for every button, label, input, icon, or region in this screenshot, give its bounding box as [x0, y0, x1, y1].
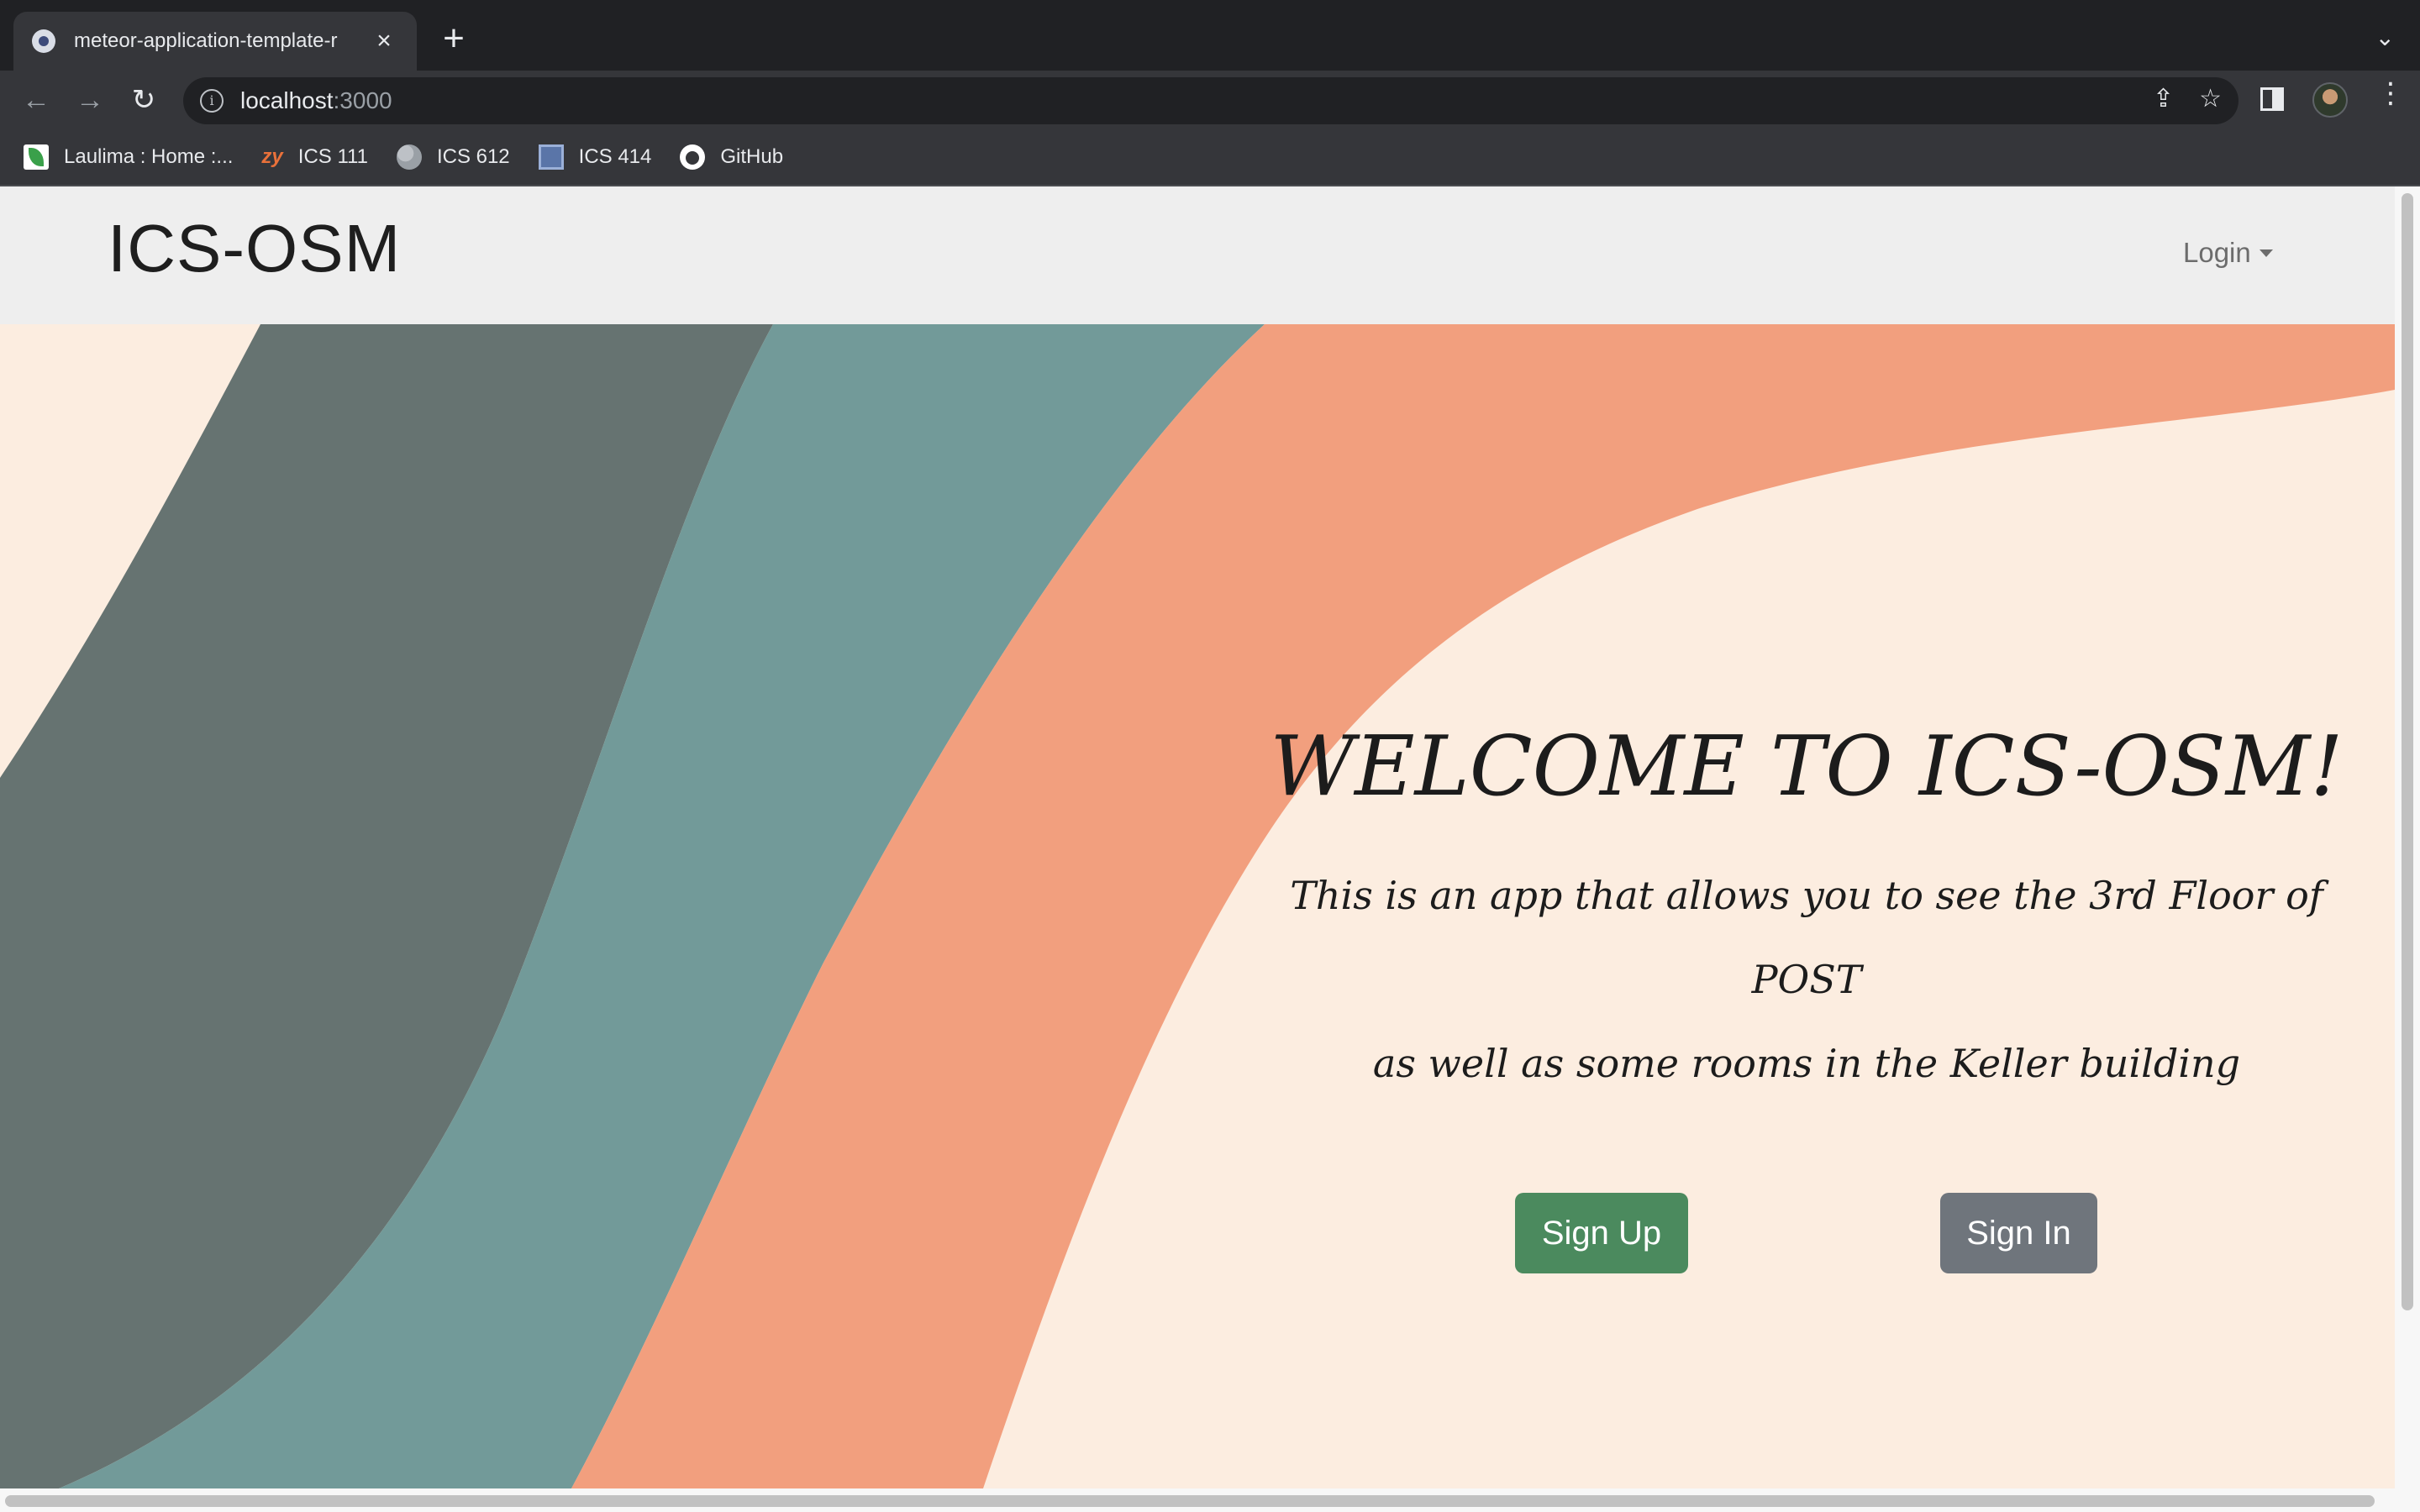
- share-icon[interactable]: ⇪: [2153, 84, 2174, 113]
- hero-subtitle-line-2: as well as some rooms in the Keller buil…: [1372, 1041, 2241, 1086]
- caret-down-icon: [2259, 249, 2273, 257]
- reload-icon[interactable]: ↻: [126, 82, 161, 118]
- square-icon: [538, 144, 564, 170]
- tab-title: meteor-application-template-r: [74, 29, 338, 52]
- bookmark-label: GitHub: [720, 145, 784, 168]
- tab-search-chevron-icon[interactable]: ⌄: [2375, 24, 2395, 51]
- close-icon[interactable]: ×: [370, 29, 398, 54]
- login-dropdown[interactable]: Login: [2183, 237, 2273, 269]
- laulima-icon: [24, 144, 49, 170]
- hero-title: WELCOME TO ICS-OSM!: [1270, 719, 2344, 815]
- url-port: :3000: [333, 87, 392, 113]
- github-icon: [680, 144, 706, 170]
- tab-strip: meteor-application-template-r × + ⌄: [0, 0, 2420, 71]
- bookmark-label: ICS 111: [297, 145, 368, 168]
- profile-avatar[interactable]: [2312, 82, 2348, 118]
- site-info-icon[interactable]: i: [200, 89, 224, 113]
- bookmark-label: ICS 612: [436, 145, 510, 168]
- hero-subtitle: This is an app that allows you to see th…: [1269, 853, 2344, 1105]
- page-viewport: ICS-OSM Login WELCOME TO ICS-OSM! This i…: [0, 186, 2420, 1512]
- url-host: localhost: [240, 87, 334, 113]
- bookmark-label: ICS 414: [578, 145, 652, 168]
- menu-kebab-icon[interactable]: ⋮: [2376, 79, 2405, 108]
- new-tab-button[interactable]: +: [437, 20, 471, 57]
- bookmark-github[interactable]: GitHub: [680, 144, 783, 170]
- forward-arrow-icon[interactable]: →: [72, 82, 108, 118]
- bookmark-label: Laulima : Home :...: [64, 145, 234, 168]
- login-label: Login: [2183, 237, 2251, 268]
- bookmarks-bar: Laulima : Home :... zy ICS 111 ICS 612 I…: [0, 129, 2420, 186]
- globe-icon: [396, 144, 422, 170]
- bookmark-star-icon[interactable]: ☆: [2199, 84, 2222, 113]
- bookmark-laulima[interactable]: Laulima : Home :...: [24, 144, 233, 170]
- zybooks-icon: zy: [261, 145, 283, 168]
- browser-toolbar: ← → ↻ i localhost:3000 ⇪ ☆ ⋮: [0, 71, 2420, 129]
- side-panel-icon[interactable]: [2260, 87, 2284, 111]
- browser-tab[interactable]: meteor-application-template-r ×: [13, 12, 417, 71]
- address-bar[interactable]: i localhost:3000 ⇪ ☆: [183, 77, 2238, 124]
- site-navbar: ICS-OSM Login: [0, 186, 2395, 324]
- sign-up-button[interactable]: Sign Up: [1515, 1193, 1688, 1273]
- vertical-scrollbar-thumb[interactable]: [2402, 193, 2413, 1310]
- hero-subtitle-line-1: This is an app that allows you to see th…: [1290, 873, 2323, 1002]
- bookmark-ics612[interactable]: ICS 612: [396, 144, 510, 170]
- brand-logo-link[interactable]: ICS-OSM: [108, 210, 401, 287]
- bookmark-ics111[interactable]: zy ICS 111: [261, 145, 368, 169]
- hero-section: WELCOME TO ICS-OSM! This is an app that …: [0, 324, 2395, 1488]
- horizontal-scrollbar-thumb[interactable]: [5, 1495, 2375, 1507]
- sign-in-button[interactable]: Sign In: [1940, 1193, 2097, 1273]
- meteor-favicon-icon: [32, 29, 55, 53]
- bookmark-ics414[interactable]: ICS 414: [538, 144, 652, 170]
- horizontal-scrollbar[interactable]: [0, 1488, 2420, 1512]
- vertical-scrollbar[interactable]: [2395, 186, 2420, 1494]
- back-arrow-icon[interactable]: ←: [18, 82, 54, 118]
